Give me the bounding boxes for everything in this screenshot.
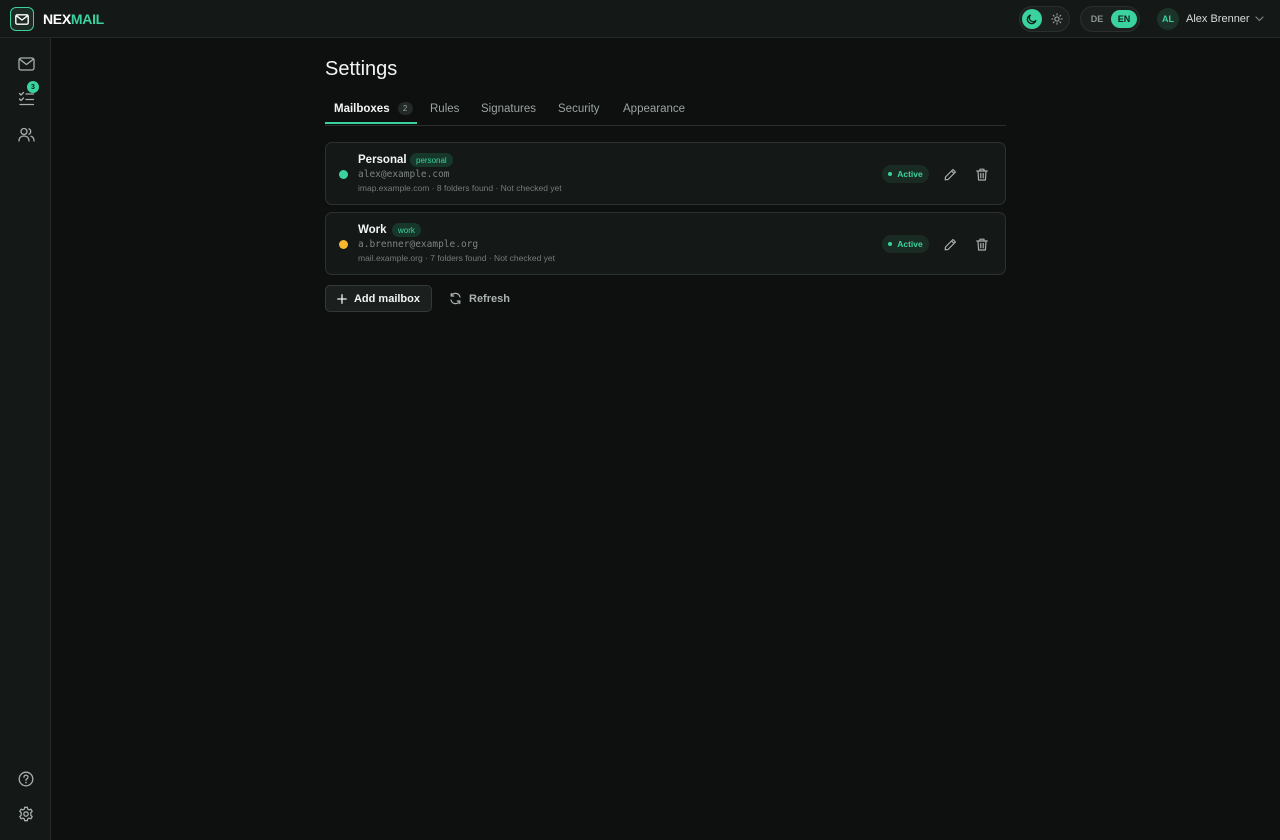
brand-name-part2: MAIL xyxy=(70,11,104,27)
add-mailbox-button[interactable]: Add mailbox xyxy=(325,285,432,312)
theme-light-button[interactable] xyxy=(1047,9,1067,29)
tab-mailboxes[interactable]: Mailboxes 2 xyxy=(334,92,413,125)
brand-name-part1: NEX xyxy=(43,11,71,27)
brand-name: NEXMAIL xyxy=(43,11,104,27)
mailbox-name: Work xyxy=(358,224,387,236)
language-toggle: DE EN xyxy=(1080,6,1140,32)
mailbox-tag: personal xyxy=(410,153,453,167)
top-bar: NEXMAIL DE EN AL Alex Brenner xyxy=(0,0,1280,38)
theme-dark-button[interactable] xyxy=(1022,9,1042,29)
mailbox-card-personal[interactable]: Personal personal alex@example.com imap.… xyxy=(325,142,1006,205)
user-name: Alex Brenner xyxy=(1186,13,1250,25)
tab-security[interactable]: Security xyxy=(558,92,600,125)
language-en-button[interactable]: EN xyxy=(1111,10,1137,28)
mailbox-color-dot xyxy=(339,170,348,179)
status-badge: Active xyxy=(882,235,929,253)
brand[interactable]: NEXMAIL xyxy=(10,7,104,31)
tab-signatures[interactable]: Signatures xyxy=(481,92,536,125)
contacts-icon xyxy=(17,127,35,142)
edit-mailbox-button[interactable] xyxy=(941,235,959,253)
sidebar-item-help[interactable] xyxy=(14,767,38,791)
status-dot xyxy=(888,172,893,176)
tab-mailboxes-label: Mailboxes xyxy=(334,102,390,115)
sun-icon xyxy=(1051,13,1063,25)
sidebar-item-tasks[interactable]: 3 xyxy=(14,81,39,110)
status-label: Active xyxy=(897,169,923,179)
refresh-button[interactable]: Refresh xyxy=(449,285,515,312)
delete-mailbox-button[interactable] xyxy=(973,165,991,183)
trash-icon xyxy=(976,168,988,181)
avatar: AL xyxy=(1157,8,1179,30)
mailbox-tag: work xyxy=(392,223,421,237)
trash-icon xyxy=(976,238,988,251)
mailbox-card-work[interactable]: Work work a.brenner@example.org mail.exa… xyxy=(325,212,1006,275)
gear-icon xyxy=(18,806,34,822)
sidebar-item-settings[interactable] xyxy=(14,802,38,826)
delete-mailbox-button[interactable] xyxy=(973,235,991,253)
tab-appearance[interactable]: Appearance xyxy=(623,92,685,125)
theme-toggle xyxy=(1019,6,1070,32)
tasks-badge: 3 xyxy=(27,81,39,93)
tab-mailboxes-count: 2 xyxy=(397,102,413,115)
mail-icon xyxy=(17,57,35,71)
mailbox-name: Personal xyxy=(358,154,407,166)
status-dot xyxy=(888,242,893,246)
mailbox-color-dot xyxy=(339,240,348,249)
mail-logo-icon xyxy=(10,7,34,31)
moon-icon xyxy=(1026,13,1038,25)
sidebar: 3 xyxy=(0,38,51,840)
add-mailbox-label: Add mailbox xyxy=(353,292,420,305)
mailbox-email: a.brenner@example.org xyxy=(358,239,479,250)
language-de-button[interactable]: DE xyxy=(1084,10,1110,28)
mailbox-email: alex@example.com xyxy=(358,169,450,180)
edit-mailbox-button[interactable] xyxy=(941,165,959,183)
mailbox-meta: imap.example.com · 8 folders found · Not… xyxy=(358,183,562,193)
chevron-down-icon xyxy=(1254,16,1264,22)
page-title: Settings xyxy=(325,58,398,80)
refresh-icon xyxy=(449,292,462,305)
sidebar-item-contacts[interactable] xyxy=(14,122,38,146)
help-icon xyxy=(18,771,34,787)
refresh-label: Refresh xyxy=(469,292,510,305)
mailbox-meta: mail.example.org · 7 folders found · Not… xyxy=(358,253,556,263)
tab-active-indicator xyxy=(325,122,417,124)
pencil-icon xyxy=(944,168,957,181)
plus-icon xyxy=(337,293,347,304)
tab-rules[interactable]: Rules xyxy=(430,92,459,125)
settings-tabs: Mailboxes 2 Rules Signatures Security Ap… xyxy=(325,92,1006,126)
user-menu[interactable]: AL Alex Brenner xyxy=(1157,8,1264,30)
status-label: Active xyxy=(897,239,923,249)
sidebar-item-mail[interactable] xyxy=(14,52,38,76)
status-badge: Active xyxy=(882,165,929,183)
pencil-icon xyxy=(944,238,957,251)
